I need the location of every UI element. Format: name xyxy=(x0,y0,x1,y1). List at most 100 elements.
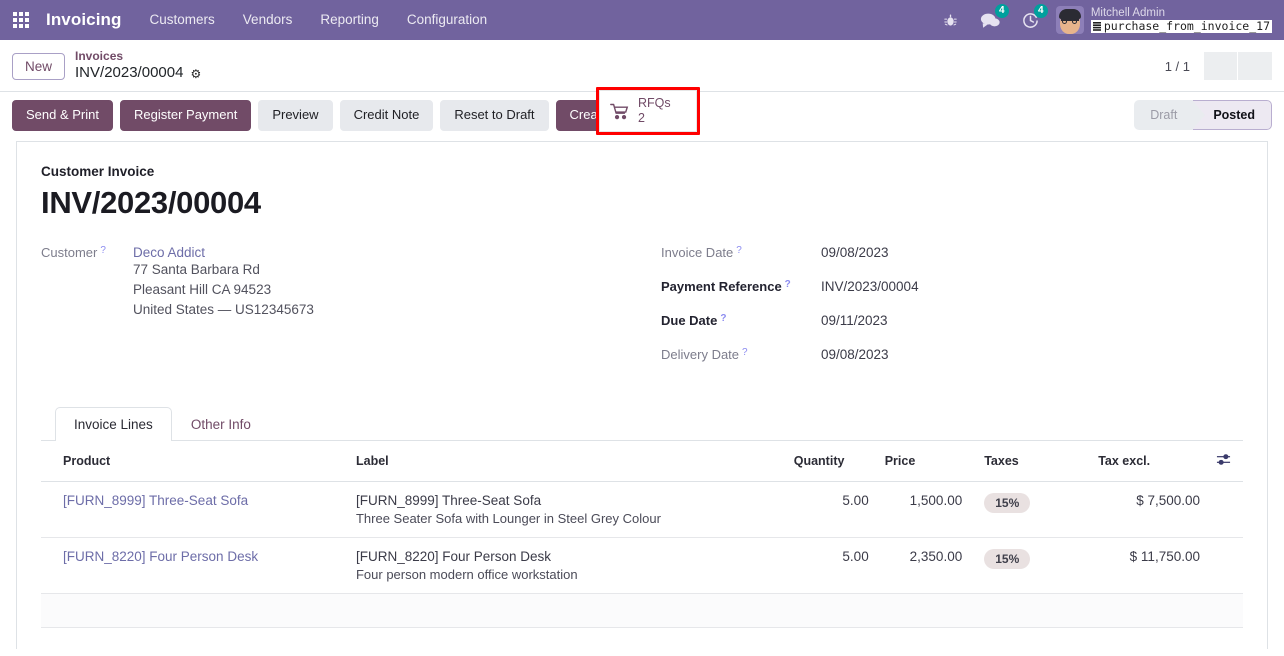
payment-reference-label-text: Payment Reference xyxy=(661,278,782,294)
messages-icon[interactable]: 4 xyxy=(969,0,1011,40)
page-title: INV/2023/00004 xyxy=(41,184,261,220)
pager-previous-button[interactable] xyxy=(1204,52,1238,80)
nav-menu-configuration[interactable]: Configuration xyxy=(393,0,501,40)
line-taxes-cell[interactable]: 15% xyxy=(970,481,1091,538)
reset-to-draft-button[interactable]: Reset to Draft xyxy=(440,100,549,131)
form-left-column: Customer ? Deco Addict 77 Santa Barbara … xyxy=(41,245,661,381)
line-options-cell xyxy=(1208,537,1243,594)
breadcrumb-current-label: INV/2023/00004 xyxy=(75,64,184,82)
help-tooltip-icon[interactable]: ? xyxy=(100,245,106,256)
breadcrumb-parent-invoices[interactable]: Invoices xyxy=(75,49,201,64)
send-and-print-button[interactable]: Send & Print xyxy=(12,100,113,131)
table-empty-row xyxy=(41,593,1243,628)
customer-address-line-1: 77 Santa Barbara Rd xyxy=(133,261,260,277)
due-date-label: Due Date ? xyxy=(661,313,821,328)
nav-menu-reporting[interactable]: Reporting xyxy=(306,0,393,40)
invoice-date-label-text: Invoice Date xyxy=(661,244,734,260)
table-row[interactable]: [FURN_8999] Three-Seat Sofa [FURN_8999] … xyxy=(41,481,1243,538)
nav-menu-customers[interactable]: Customers xyxy=(136,0,229,40)
invoice-date-label: Invoice Date ? xyxy=(661,245,821,260)
form-sheet-wrapper: Customer Invoice INV/2023/00004 Customer… xyxy=(0,140,1284,649)
line-quantity[interactable]: 5.00 xyxy=(785,481,877,538)
line-label-cell[interactable]: [FURN_8999] Three-Seat Sofa Three Seater… xyxy=(347,481,786,538)
table-row[interactable]: [FURN_8220] Four Person Desk [FURN_8220]… xyxy=(41,537,1243,594)
messages-count-badge: 4 xyxy=(994,4,1009,18)
column-header-label[interactable]: Label xyxy=(347,440,786,482)
line-label-text: [FURN_8220] Four Person Desk xyxy=(355,548,552,564)
tax-badge: 15% xyxy=(984,548,1031,569)
database-chip: purchase_from_invoice_17 xyxy=(1090,19,1272,34)
due-date-field-row: Due Date ? 09/11/2023 xyxy=(661,313,1243,328)
tab-invoice-lines[interactable]: Invoice Lines xyxy=(55,406,172,441)
column-header-product[interactable]: Product xyxy=(41,440,348,482)
due-date-value[interactable]: 09/11/2023 xyxy=(821,313,888,328)
line-product-link[interactable]: [FURN_8220] Four Person Desk xyxy=(63,549,258,564)
line-tax-excl: $ 7,500.00 xyxy=(1090,481,1208,538)
status-step-posted[interactable]: Posted xyxy=(1192,100,1272,131)
control-panel: New Invoices INV/2023/00004 ⚙ RFQs 2 1 /… xyxy=(0,40,1284,135)
form-columns: Customer ? Deco Addict 77 Santa Barbara … xyxy=(41,245,1243,381)
status-step-draft[interactable]: Draft xyxy=(1134,100,1193,130)
tab-other-info[interactable]: Other Info xyxy=(172,407,270,441)
avatar[interactable] xyxy=(1055,6,1084,34)
app-brand-invoicing[interactable]: Invoicing xyxy=(40,10,136,30)
column-header-taxes[interactable]: Taxes xyxy=(970,440,1091,482)
pager-next-button[interactable] xyxy=(1238,52,1272,80)
table-add-line-row[interactable] xyxy=(41,627,1243,649)
activities-count-badge: 4 xyxy=(1033,4,1048,18)
line-label-text: [FURN_8999] Three-Seat Sofa xyxy=(355,492,542,508)
help-tooltip-icon[interactable]: ? xyxy=(742,347,748,358)
tax-badge: 15% xyxy=(984,492,1031,513)
column-header-quantity[interactable]: Quantity xyxy=(785,440,877,482)
activity-clock-icon[interactable]: 4 xyxy=(1011,0,1050,40)
help-tooltip-icon[interactable]: ? xyxy=(785,279,791,290)
payment-reference-value[interactable]: INV/2023/00004 xyxy=(821,279,919,294)
database-name: purchase_from_invoice_17 xyxy=(1103,19,1270,33)
line-product-link[interactable]: [FURN_8999] Three-Seat Sofa xyxy=(63,493,248,508)
line-label-cell[interactable]: [FURN_8220] Four Person Desk Four person… xyxy=(347,537,786,594)
line-description-text: Four person modern office workstation xyxy=(355,566,578,582)
status-bar: Draft Posted xyxy=(1134,100,1272,131)
apps-grid-icon[interactable] xyxy=(8,7,34,33)
form-sheet: Customer Invoice INV/2023/00004 Customer… xyxy=(16,140,1268,649)
table-header-row: Product Label Quantity Price Taxes Tax e… xyxy=(41,440,1243,482)
help-tooltip-icon[interactable]: ? xyxy=(720,313,726,324)
line-tax-excl: $ 11,750.00 xyxy=(1090,537,1208,594)
preview-button[interactable]: Preview xyxy=(258,100,333,131)
column-header-tax-excl[interactable]: Tax excl. xyxy=(1090,440,1208,482)
shopping-cart-icon xyxy=(610,103,629,119)
new-record-button[interactable]: New xyxy=(12,52,66,80)
rfqs-stat-value: 2 xyxy=(638,111,645,125)
credit-note-button[interactable]: Credit Note xyxy=(339,100,434,131)
top-navbar: Invoicing Customers Vendors Reporting Co… xyxy=(0,0,1284,40)
delivery-date-label-text: Delivery Date xyxy=(661,346,740,362)
column-options-icon[interactable] xyxy=(1208,440,1243,482)
line-description-text: Three Seater Sofa with Lounger in Steel … xyxy=(355,510,661,526)
payment-reference-label: Payment Reference ? xyxy=(661,279,821,294)
user-menu[interactable]: Mitchell Admin purchase_from_invoice_17 xyxy=(1090,7,1274,34)
line-price[interactable]: 2,350.00 xyxy=(876,537,971,594)
line-options-cell xyxy=(1208,481,1243,538)
notebook: Invoice Lines Other Info Product Label Q… xyxy=(41,406,1243,649)
notebook-tabs: Invoice Lines Other Info xyxy=(41,406,1243,441)
rfqs-stat-button[interactable]: RFQs 2 xyxy=(599,90,697,132)
delivery-date-value[interactable]: 09/08/2023 xyxy=(821,347,889,362)
customer-label-text: Customer xyxy=(41,244,98,260)
line-taxes-cell[interactable]: 15% xyxy=(970,537,1091,594)
customer-name-link[interactable]: Deco Addict xyxy=(133,245,314,260)
rfq-highlight-box: RFQs 2 xyxy=(596,87,700,135)
customer-field-row: Customer ? Deco Addict 77 Santa Barbara … xyxy=(41,245,661,321)
pager: 1 / 1 xyxy=(1165,52,1272,80)
invoice-lines-header: Product Label Quantity Price Taxes Tax e… xyxy=(41,440,1243,482)
line-price[interactable]: 1,500.00 xyxy=(876,481,971,538)
invoice-date-value[interactable]: 09/08/2023 xyxy=(821,245,889,260)
register-payment-button[interactable]: Register Payment xyxy=(120,100,252,131)
invoice-date-field-row: Invoice Date ? 09/08/2023 xyxy=(661,245,1243,260)
nav-menu-vendors[interactable]: Vendors xyxy=(229,0,307,40)
bug-icon[interactable] xyxy=(932,0,969,40)
help-tooltip-icon[interactable]: ? xyxy=(736,245,742,256)
column-header-price[interactable]: Price xyxy=(876,440,971,482)
gear-icon[interactable]: ⚙ xyxy=(190,68,201,80)
line-quantity[interactable]: 5.00 xyxy=(785,537,877,594)
navbar-right-tools: 4 4 Mitchell Admin purchase_from_invoice… xyxy=(932,0,1274,40)
